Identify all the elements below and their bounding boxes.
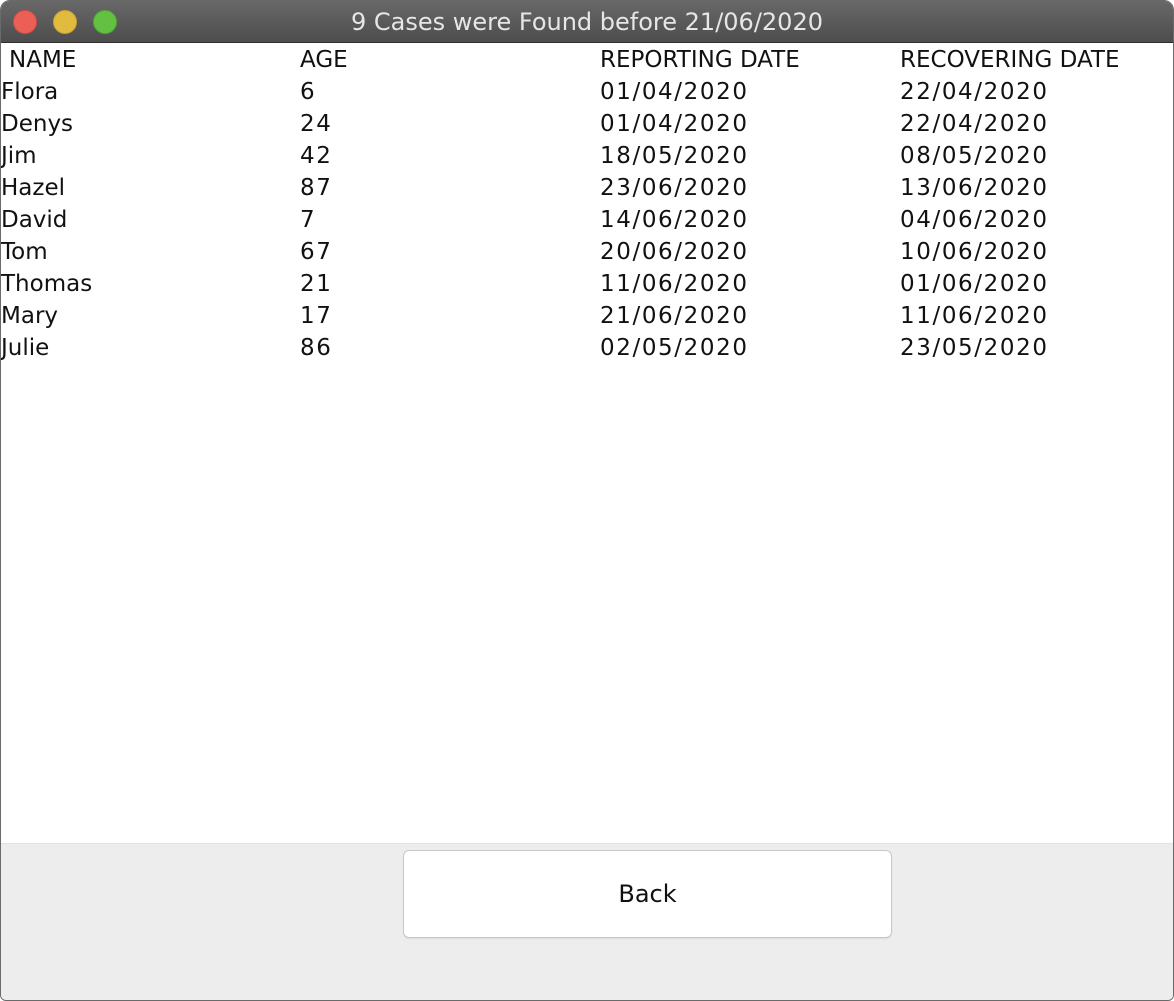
table-row: Denys 24 01/04/2020 22/04/2020 — [1, 108, 1173, 140]
table-header-row: NAME AGE REPORTING DATE RECOVERING DATE — [1, 44, 1173, 76]
cell-age: 42 — [300, 143, 333, 169]
cell-name: Hazel — [1, 175, 66, 201]
cell-reporting-date: 23/06/2020 — [600, 175, 749, 201]
cell-recovering-date: 23/05/2020 — [900, 335, 1049, 361]
cell-recovering-date: 01/06/2020 — [900, 271, 1049, 297]
cell-recovering-date: 22/04/2020 — [900, 111, 1049, 137]
cell-age: 86 — [300, 335, 333, 361]
cell-reporting-date: 20/06/2020 — [600, 239, 749, 265]
header-age: AGE — [300, 47, 348, 73]
cell-age: 21 — [300, 271, 333, 297]
table-row: Julie 86 02/05/2020 23/05/2020 — [1, 332, 1173, 364]
window-title: 9 Cases were Found before 21/06/2020 — [350, 8, 823, 36]
cell-reporting-date: 02/05/2020 — [600, 335, 749, 361]
cases-table: NAME AGE REPORTING DATE RECOVERING DATE … — [1, 44, 1173, 843]
back-button[interactable]: Back — [403, 850, 892, 938]
cell-age: 67 — [300, 239, 333, 265]
cell-reporting-date: 01/04/2020 — [600, 111, 749, 137]
cell-name: David — [1, 207, 68, 233]
cell-recovering-date: 13/06/2020 — [900, 175, 1049, 201]
table-row: Jim 42 18/05/2020 08/05/2020 — [1, 140, 1173, 172]
cell-age: 87 — [300, 175, 333, 201]
app-window: 9 Cases were Found before 21/06/2020 NAM… — [0, 0, 1174, 1001]
cell-age: 7 — [300, 207, 317, 233]
cell-reporting-date: 18/05/2020 — [600, 143, 749, 169]
table-row: David 7 14/06/2020 04/06/2020 — [1, 204, 1173, 236]
header-recovering-date: RECOVERING DATE — [900, 47, 1120, 73]
footer-panel: Back — [1, 843, 1173, 1000]
cell-recovering-date: 22/04/2020 — [900, 79, 1049, 105]
cell-name: Thomas — [1, 271, 93, 297]
table-row: Flora 6 01/04/2020 22/04/2020 — [1, 76, 1173, 108]
cell-name: Mary — [1, 303, 59, 329]
cell-name: Flora — [1, 79, 59, 105]
table-row: Mary 17 21/06/2020 11/06/2020 — [1, 300, 1173, 332]
cell-reporting-date: 11/06/2020 — [600, 271, 749, 297]
header-name: NAME — [9, 47, 77, 73]
cell-name: Jim — [1, 143, 37, 169]
table-row: Hazel 87 23/06/2020 13/06/2020 — [1, 172, 1173, 204]
cell-name: Tom — [1, 239, 48, 265]
cell-recovering-date: 04/06/2020 — [900, 207, 1049, 233]
cell-name: Julie — [1, 335, 50, 361]
cell-age: 6 — [300, 79, 317, 105]
cell-recovering-date: 11/06/2020 — [900, 303, 1049, 329]
cell-age: 17 — [300, 303, 333, 329]
cell-reporting-date: 01/04/2020 — [600, 79, 749, 105]
title-bar[interactable]: 9 Cases were Found before 21/06/2020 — [1, 1, 1173, 43]
cell-recovering-date: 10/06/2020 — [900, 239, 1049, 265]
cell-reporting-date: 21/06/2020 — [600, 303, 749, 329]
table-row: Tom 67 20/06/2020 10/06/2020 — [1, 236, 1173, 268]
cell-name: Denys — [1, 111, 74, 137]
cell-age: 24 — [300, 111, 333, 137]
cell-reporting-date: 14/06/2020 — [600, 207, 749, 233]
cell-recovering-date: 08/05/2020 — [900, 143, 1049, 169]
header-reporting-date: REPORTING DATE — [600, 47, 800, 73]
table-row: Thomas 21 11/06/2020 01/06/2020 — [1, 268, 1173, 300]
